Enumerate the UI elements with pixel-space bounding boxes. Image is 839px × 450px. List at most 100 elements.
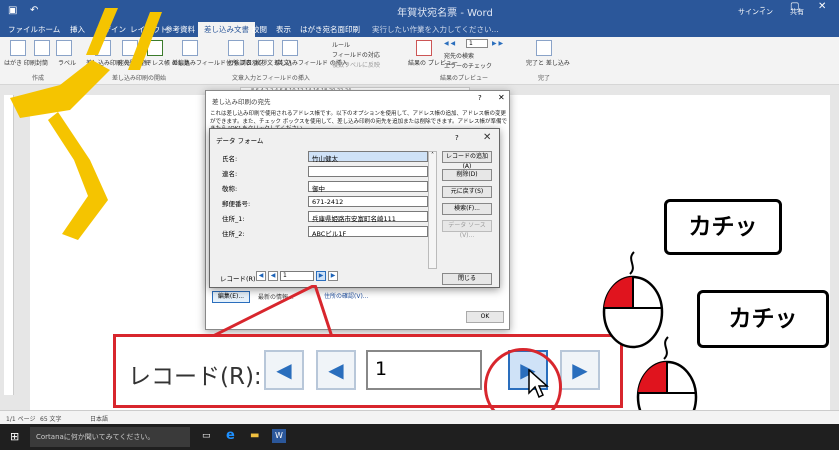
tab-insert[interactable]: 挿入: [70, 24, 85, 35]
minimize-icon[interactable]: –: [760, 2, 765, 13]
fields-scrollbar[interactable]: ˄: [428, 151, 437, 269]
restore-button[interactable]: 元に戻す(S): [442, 186, 492, 198]
group-write: 文章入力とフィールドの挿入: [232, 75, 310, 82]
ribbon-tabs: ファイル ホーム 挿入 デザイン レイアウト 参考資料 差し込み文書 校閲 表示…: [0, 22, 839, 37]
tab-layout[interactable]: レイアウト: [130, 24, 168, 35]
start-merge-icon[interactable]: [95, 40, 111, 56]
window-title: 年賀状宛名票 - Word: [397, 8, 493, 19]
envelope-icon[interactable]: [34, 40, 50, 56]
signin-link[interactable]: サインイン: [738, 7, 773, 17]
form-close-button[interactable]: 閉じる: [442, 273, 492, 285]
field-label: 氏名:: [222, 155, 238, 163]
record-label: レコード(R):: [220, 275, 258, 283]
field-label: 住所_1:: [222, 215, 245, 223]
joint-name-field[interactable]: [308, 166, 428, 177]
tab-design[interactable]: デザイン: [96, 24, 126, 35]
preview-icon[interactable]: [416, 40, 432, 56]
name-field[interactable]: 竹山健太: [308, 151, 428, 163]
record-input[interactable]: 1: [280, 271, 314, 281]
tab-mailings[interactable]: 差し込み文書: [198, 22, 255, 37]
group-finish: 完了: [538, 75, 551, 82]
next-record-icon[interactable]: ▶: [316, 271, 326, 281]
group-preview: 結果のプレビュー: [440, 75, 489, 82]
tell-me-input[interactable]: 実行したい作業を入力してください...: [372, 24, 499, 35]
highlight-fields-icon[interactable]: [182, 40, 198, 56]
last-record-icon[interactable]: ▶: [328, 271, 338, 281]
language[interactable]: 日本語: [90, 414, 108, 423]
label-icon[interactable]: [56, 40, 72, 56]
click-callout-2: カチッ: [697, 290, 829, 348]
field-label: 住所_2:: [222, 230, 245, 238]
click-callout-1: カチッ: [664, 199, 782, 255]
windows-start-icon[interactable]: ⊞: [10, 430, 19, 443]
tab-file[interactable]: ファイル: [8, 24, 38, 35]
match-fields-button[interactable]: フィールドの対応: [332, 50, 380, 59]
cortana-search[interactable]: Cortanaに何か聞いてみてください。: [30, 427, 190, 447]
dialog-title: 差し込み印刷の宛先: [212, 98, 271, 106]
postcard-icon[interactable]: [10, 40, 26, 56]
error-check-button[interactable]: エラーのチェック: [444, 61, 492, 70]
close-icon[interactable]: ✕: [483, 132, 491, 143]
last-record-icon[interactable]: ▶ ▶: [492, 40, 503, 47]
rules-button[interactable]: ルール: [332, 40, 350, 49]
status-bar: 1/1 ページ 65 文字 日本語: [0, 410, 839, 424]
data-form-title: データ フォーム: [216, 137, 264, 145]
close-icon[interactable]: ✕: [498, 93, 505, 102]
first-record-icon[interactable]: ◀ ◀: [444, 40, 455, 47]
tab-view[interactable]: 表示: [276, 24, 291, 35]
undo-icon[interactable]: ↶: [30, 5, 38, 16]
ribbon: はがき 印刷 封筒 ラベル 作成 差し込み印刷 の開始 宛先の 選択 アドレス帳…: [0, 37, 839, 85]
tab-references[interactable]: 参考資料: [165, 24, 195, 35]
ribbon-postcard[interactable]: はがき 印刷: [4, 58, 36, 67]
finish-icon[interactable]: [536, 40, 552, 56]
field-label: 郵便番号:: [222, 200, 251, 208]
ribbon-label[interactable]: ラベル: [58, 58, 76, 67]
data-source-button[interactable]: データ ソース(V)...: [442, 220, 492, 239]
file-explorer-icon[interactable]: ▬: [250, 430, 259, 441]
greeting-icon[interactable]: [258, 40, 274, 56]
zoom-first-record-icon[interactable]: ◀: [264, 350, 304, 390]
insert-field-icon[interactable]: [282, 40, 298, 56]
tab-home[interactable]: ホーム: [38, 24, 60, 35]
callout-connector: [205, 285, 335, 340]
find-recipient-button[interactable]: 宛先の検索: [444, 51, 474, 60]
data-form-dialog: データ フォーム ? ✕ 氏名: 竹山健太 連名: 敬称: 御中 郵便番号: 6…: [209, 128, 500, 288]
zoom-prev-record-icon[interactable]: ◀: [316, 350, 356, 390]
delete-button[interactable]: 削除(D): [442, 169, 492, 181]
honorific-field[interactable]: 御中: [308, 181, 428, 193]
word-count: 65 文字: [40, 416, 62, 423]
zoom-last-record-icon[interactable]: ▶: [560, 350, 600, 390]
zoom-record-input[interactable]: 1: [366, 350, 482, 390]
tab-review[interactable]: 校閲: [252, 24, 267, 35]
word-app-icon[interactable]: W: [272, 429, 286, 443]
ok-button[interactable]: OK: [466, 311, 504, 323]
postal-code-field[interactable]: 671-2412: [308, 196, 428, 207]
edit-list-icon[interactable]: [147, 40, 163, 56]
prev-record-icon[interactable]: ◀: [268, 271, 278, 281]
page-count: 1/1 ページ: [6, 416, 36, 423]
find-button[interactable]: 検索(F)...: [442, 203, 492, 215]
ribbon-finish[interactable]: 完了と 差し込み: [526, 58, 570, 67]
add-record-button[interactable]: レコードの追加(A): [442, 151, 492, 170]
ribbon-envelope[interactable]: 封筒: [36, 58, 48, 67]
group-create: 作成: [32, 75, 45, 82]
task-view-icon[interactable]: ▭: [202, 431, 211, 441]
first-record-icon[interactable]: ◀: [256, 271, 266, 281]
field-label: 敬称:: [222, 185, 238, 193]
maximize-icon[interactable]: ▢: [790, 1, 799, 12]
help-icon[interactable]: ?: [478, 94, 482, 102]
close-icon[interactable]: ✕: [818, 1, 826, 12]
select-recipients-icon[interactable]: [122, 40, 138, 56]
field-label: 連名:: [222, 170, 238, 178]
help-icon[interactable]: ?: [455, 134, 459, 142]
group-start: 差し込み印刷の開始: [112, 75, 167, 82]
update-labels-button[interactable]: 複数ラベルに反映: [332, 60, 380, 69]
edge-icon[interactable]: e: [226, 428, 235, 443]
tab-postcard[interactable]: はがき宛名面印刷: [300, 24, 360, 35]
address1-field[interactable]: 兵庫県姫路市安富町名崎111: [308, 211, 428, 223]
address2-field[interactable]: ABCビル1F: [308, 226, 428, 238]
save-icon[interactable]: ▣: [8, 5, 17, 16]
ribbon-record-input[interactable]: 1: [466, 39, 488, 48]
address-block-icon[interactable]: [228, 40, 244, 56]
title-bar: ▣ ↶ 年賀状宛名票 - Word サインイン 共有 – ▢ ✕: [0, 0, 839, 22]
